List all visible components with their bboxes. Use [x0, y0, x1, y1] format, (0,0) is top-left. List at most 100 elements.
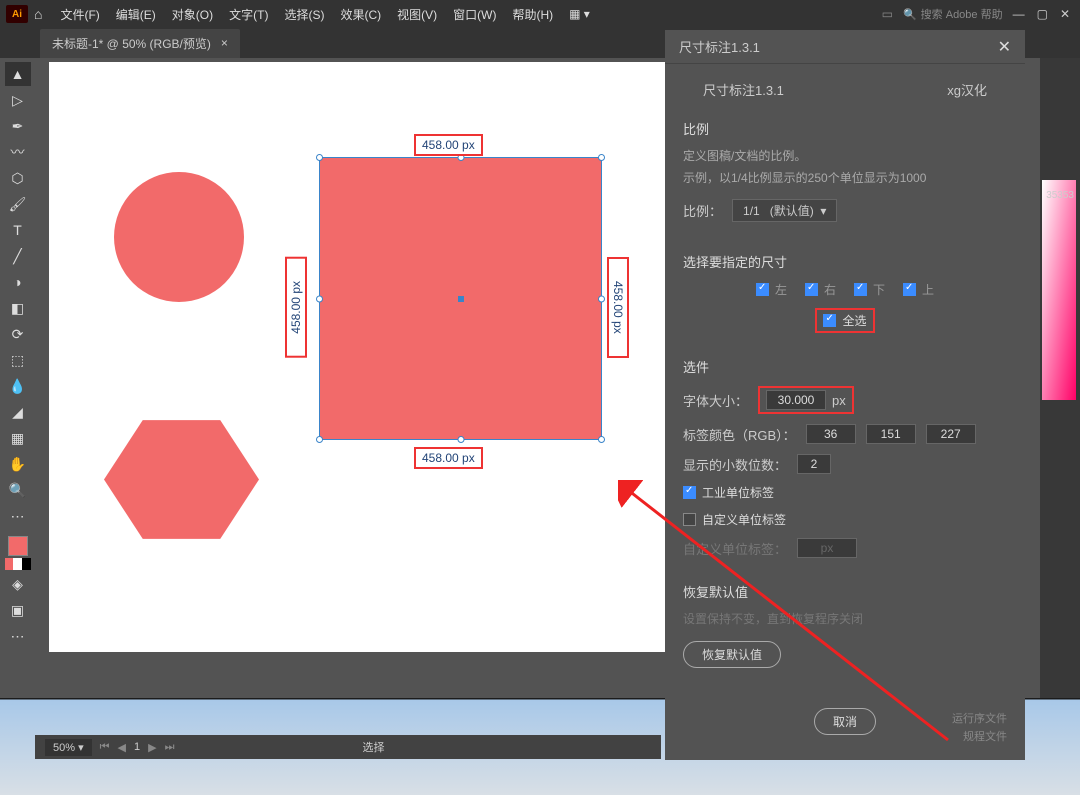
- dialog-credit: xg汉化: [947, 80, 987, 99]
- dimension-dialog: 尺寸标注1.3.1 ✕ 尺寸标注1.3.1 xg汉化 比例 定义图稿/文档的比例…: [665, 30, 1025, 760]
- fill-swatch[interactable]: [8, 536, 28, 556]
- tool-more[interactable]: ⋯: [5, 504, 31, 528]
- dialog-subtitle: 尺寸标注1.3.1: [703, 80, 784, 99]
- rgb-g-input[interactable]: [866, 424, 916, 444]
- shape-circle[interactable]: [114, 172, 244, 302]
- tool-scale[interactable]: ⬚: [5, 348, 31, 372]
- label-color-label: 标签颜色（RGB）：: [683, 425, 796, 444]
- scale-select[interactable]: 1/1 (默认值) ▾: [732, 199, 837, 222]
- select-all-highlight: 全选: [815, 308, 874, 333]
- spec-label: 规程文件: [963, 728, 1007, 744]
- tool-pen[interactable]: ✒: [5, 114, 31, 138]
- font-size-unit: px: [832, 393, 846, 408]
- run-label: 运行序文件: [952, 710, 1007, 726]
- cb-bottom[interactable]: 下: [854, 281, 885, 298]
- tool-zoom[interactable]: 🔍: [5, 478, 31, 502]
- search-box[interactable]: 🔍 搜索 Adobe 帮助: [903, 6, 1003, 22]
- tool-artboard[interactable]: ▦: [5, 426, 31, 450]
- rgb-r-input[interactable]: [806, 424, 856, 444]
- layout-icon[interactable]: ▦ ▾: [561, 7, 598, 21]
- tool-brush[interactable]: 🖌: [5, 192, 31, 216]
- document-tab[interactable]: 未标题-1* @ 50% (RGB/预览) ×: [40, 29, 240, 58]
- window-minimize[interactable]: —: [1013, 7, 1025, 21]
- window-maximize[interactable]: ▢: [1037, 7, 1048, 21]
- font-size-input[interactable]: [766, 390, 826, 410]
- cb-right[interactable]: 右: [805, 281, 836, 298]
- dimension-top: 458.00 px: [414, 134, 483, 156]
- tool-shape-builder[interactable]: ◑: [5, 270, 31, 294]
- tool-shape[interactable]: ⬡: [5, 166, 31, 190]
- shape-square-selected[interactable]: [319, 157, 602, 440]
- tool-direct-select[interactable]: ▷: [5, 88, 31, 112]
- decimals-label: 显示的小数位数：: [683, 455, 787, 474]
- cb-custom-unit[interactable]: 自定义单位标签: [683, 511, 1007, 528]
- tool-eyedropper[interactable]: 💧: [5, 374, 31, 398]
- cb-left[interactable]: 左: [756, 281, 787, 298]
- cb-select-all[interactable]: 全选: [823, 312, 866, 329]
- app-logo: Ai: [6, 5, 28, 23]
- scale-help1: 定义图稿/文档的比例。: [683, 146, 1007, 168]
- tool-type[interactable]: T: [5, 218, 31, 242]
- tool-eraser[interactable]: ◧: [5, 296, 31, 320]
- tool-screen-mode[interactable]: ▣: [5, 598, 31, 622]
- nav-last[interactable]: ⏭: [165, 741, 175, 754]
- close-icon[interactable]: ✕: [998, 37, 1011, 57]
- tool-line[interactable]: ╱: [5, 244, 31, 268]
- tab-close-icon[interactable]: ×: [221, 36, 228, 50]
- status-mode: 选择: [362, 739, 384, 755]
- dims-heading: 选择要指定的尺寸: [683, 252, 1007, 271]
- dialog-title-text: 尺寸标注1.3.1: [679, 37, 760, 56]
- menu-text[interactable]: 文字(T): [221, 6, 276, 23]
- nav-prev[interactable]: ◀: [118, 741, 126, 754]
- hex-value-stub: 35353: [1046, 190, 1074, 201]
- menu-select[interactable]: 选择(S): [276, 6, 332, 23]
- options-heading: 选件: [683, 357, 1007, 376]
- menu-effect[interactable]: 效果(C): [332, 6, 389, 23]
- shape-hexagon[interactable]: [104, 412, 259, 547]
- zoom-level[interactable]: 50% ▾: [45, 739, 92, 756]
- scale-label: 比例：: [683, 201, 722, 220]
- custom-unit-input: [797, 538, 857, 558]
- font-size-highlight: px: [758, 386, 854, 414]
- nav-next[interactable]: ▶: [148, 741, 156, 754]
- menu-object[interactable]: 对象(O): [164, 6, 221, 23]
- cancel-button[interactable]: 取消: [814, 708, 876, 735]
- swap-swatches[interactable]: [5, 558, 31, 570]
- tool-draw-mode[interactable]: ◈: [5, 572, 31, 596]
- scale-help2: 示例，以1/4比例显示的250个单位显示为1000: [683, 168, 1007, 190]
- menu-view[interactable]: 视图(V): [389, 6, 445, 23]
- restore-button[interactable]: 恢复默认值: [683, 641, 781, 668]
- cb-top[interactable]: 上: [903, 281, 934, 298]
- tool-gradient[interactable]: ◢: [5, 400, 31, 424]
- doc-icon[interactable]: ▭: [882, 7, 893, 21]
- custom-unit-field-label: 自定义单位标签：: [683, 539, 787, 558]
- menu-help[interactable]: 帮助(H): [504, 6, 561, 23]
- menu-edit[interactable]: 编辑(E): [108, 6, 164, 23]
- tab-title: 未标题-1* @ 50% (RGB/预览): [52, 35, 211, 52]
- font-size-label: 字体大小：: [683, 391, 748, 410]
- artboard[interactable]: 458.00 px 458.00 px 458.00 px 458.00 px: [49, 62, 669, 652]
- color-picker-panel[interactable]: [1042, 180, 1076, 400]
- rgb-b-input[interactable]: [926, 424, 976, 444]
- tool-rotate[interactable]: ⟳: [5, 322, 31, 346]
- page-indicator[interactable]: 1: [134, 741, 140, 753]
- cb-industrial[interactable]: 工业单位标签: [683, 484, 1007, 501]
- scale-heading: 比例: [683, 119, 1007, 138]
- nav-first[interactable]: ⏮: [100, 741, 110, 754]
- tool-curvature[interactable]: 〰: [5, 140, 31, 164]
- home-icon[interactable]: ⌂: [34, 6, 42, 22]
- tool-hand[interactable]: ✋: [5, 452, 31, 476]
- menubar: Ai ⌂ 文件(F) 编辑(E) 对象(O) 文字(T) 选择(S) 效果(C)…: [0, 0, 1080, 28]
- restore-heading: 恢复默认值: [683, 582, 1007, 601]
- statusbar: 50% ▾ ⏮ ◀ 1 ▶ ⏭ 选择: [35, 735, 661, 759]
- tool-selection[interactable]: ▲: [5, 62, 31, 86]
- decimals-input[interactable]: [797, 454, 831, 474]
- restore-help: 设置保持不变，直到恢复程序关闭: [683, 609, 1007, 631]
- dimension-bottom: 458.00 px: [414, 447, 483, 469]
- menu-window[interactable]: 窗口(W): [445, 6, 504, 23]
- window-close[interactable]: ✕: [1060, 7, 1070, 21]
- tool-edit-toolbar[interactable]: ⋯: [5, 624, 31, 648]
- dimension-left: 458.00 px: [285, 257, 307, 358]
- dialog-titlebar: 尺寸标注1.3.1 ✕: [665, 30, 1025, 64]
- menu-file[interactable]: 文件(F): [52, 6, 107, 23]
